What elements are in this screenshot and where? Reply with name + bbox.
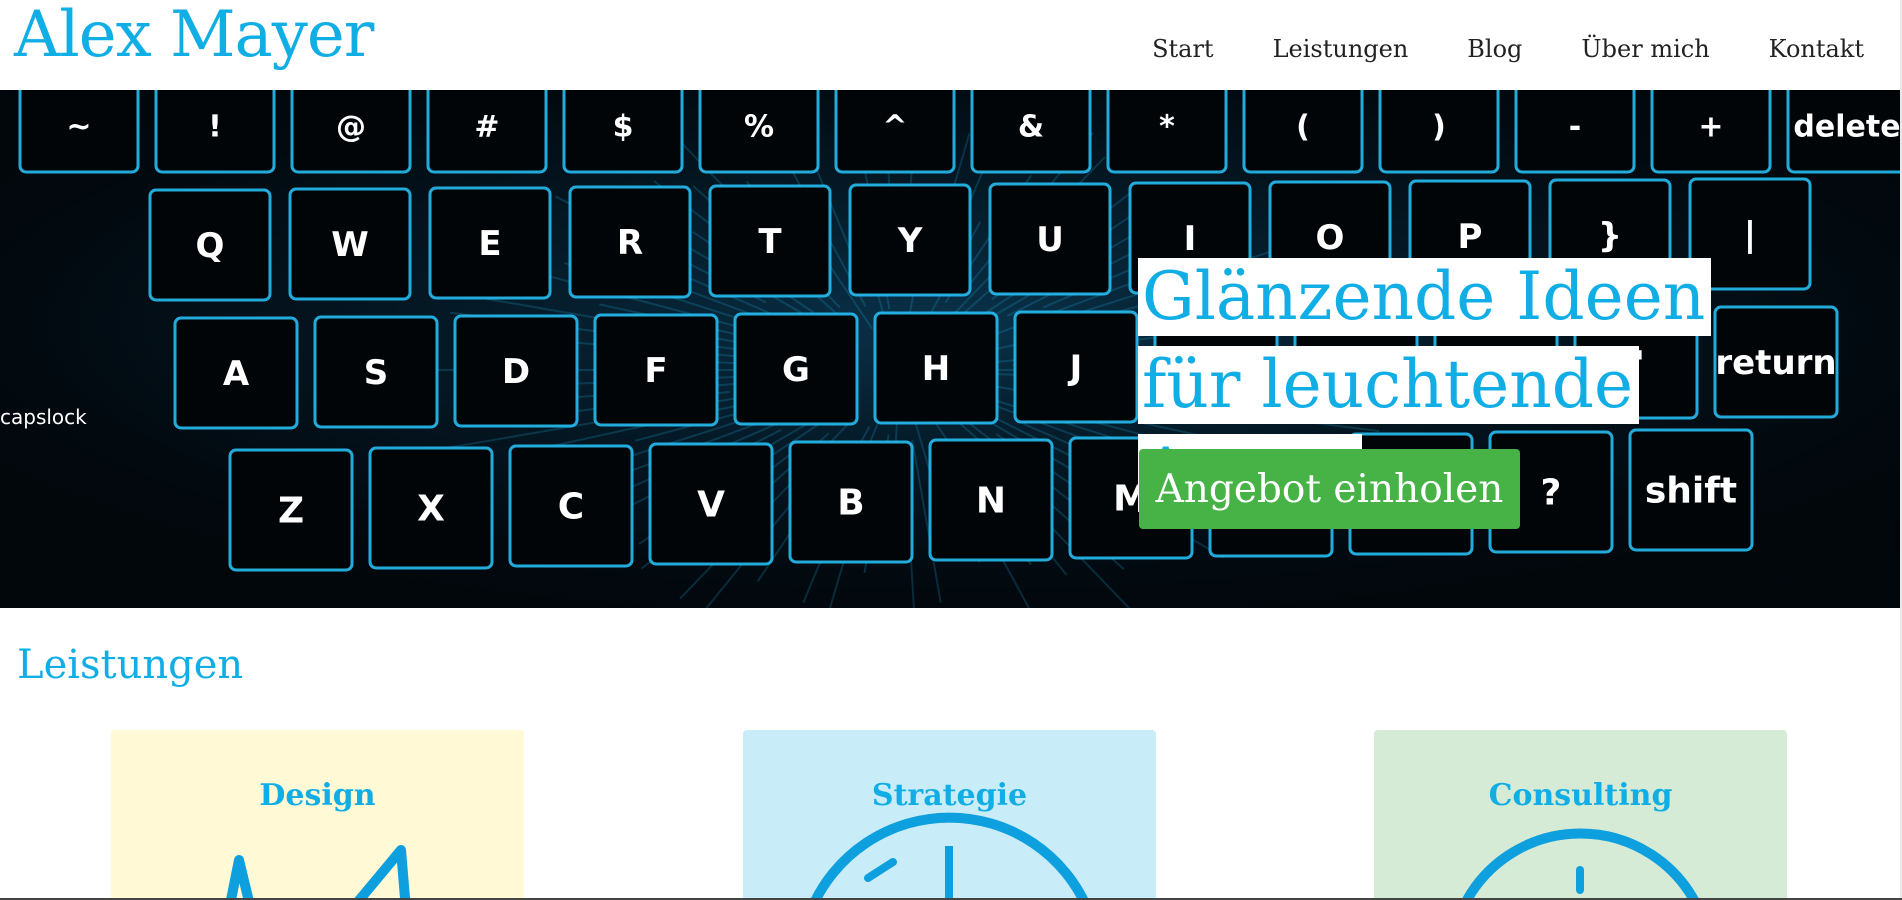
svg-text:~: ~ [66,110,91,145]
card-title-consulting: Consulting [1488,778,1673,813]
keyboard-key: J [1013,310,1139,424]
svg-text:*: * [1159,110,1175,145]
svg-text:S: S [364,353,389,393]
service-card-design[interactable]: Design [111,730,524,900]
keyboard-key: ^ [834,90,956,174]
service-card-consulting[interactable]: Consulting [1374,730,1787,900]
keyboard-key: W [288,187,412,301]
svg-text:C: C [558,487,584,528]
keyboard-key: Z [228,448,354,572]
svg-text:(: ( [1296,110,1310,145]
svg-text:F: F [644,351,667,391]
site-logo[interactable]: Alex Mayer [14,2,374,68]
svg-text:A: A [223,354,250,394]
lightbulb-icon [1461,828,1700,900]
keyboard-key: delete [1786,90,1902,174]
nav-blog[interactable]: Blog [1467,35,1522,63]
keyboard-key: D [453,314,579,428]
svg-text:E: E [478,224,501,264]
svg-text:): ) [1432,110,1446,145]
keyboard-key: ( [1242,90,1364,174]
svg-text:Y: Y [897,221,923,261]
svg-text:N: N [976,481,1006,522]
keyboard-key: V [648,442,774,566]
headline-line-2: für leuchtende [1138,346,1640,424]
keyboard-key: & [970,90,1092,174]
svg-text:X: X [417,489,445,530]
keyboard-key: S [313,315,439,429]
page: Alex Mayer Start Leistungen Blog Über mi… [0,0,1902,900]
main-nav: Start Leistungen Blog Über mich Kontakt [1093,34,1902,64]
keyboard-key: Y [848,183,972,297]
capslock-label: capslock [0,405,87,429]
svg-text:D: D [502,352,530,392]
nav-leistungen[interactable]: Leistungen [1273,35,1409,63]
svg-text:O: O [1316,218,1345,258]
keyboard-key: @ [290,90,412,174]
keyboard-key: H [873,311,999,425]
keyboard-key: G [733,312,859,426]
svg-text:-: - [1569,110,1581,145]
svg-text:|: | [1744,215,1756,255]
keyboard-key: N [928,438,1054,562]
svg-text:Q: Q [196,226,225,266]
svg-text:$: $ [613,110,634,145]
svg-text:J: J [1068,348,1083,388]
keyboard-key: % [698,90,820,174]
svg-text:B: B [837,483,864,524]
keyboard-key: ) [1378,90,1500,174]
svg-text:H: H [922,349,950,389]
keyboard-key: C [508,444,634,568]
keyboard-key: + [1650,90,1772,174]
svg-text:U: U [1036,220,1064,260]
headline-line-1: Glänzende Ideen [1138,258,1712,336]
svg-text:R: R [617,223,643,263]
svg-text:}: } [1598,216,1622,256]
section-title-leistungen: Leistungen [17,642,244,688]
keyboard-key: X [368,446,494,570]
svg-text:@: @ [336,110,366,145]
site-header: Alex Mayer Start Leistungen Blog Über mi… [0,0,1902,90]
keyboard-key: R [568,185,692,299]
svg-text:W: W [331,225,369,265]
svg-text:T: T [758,222,782,262]
keyboard-key: E [428,186,552,300]
keyboard-key: U [988,182,1112,296]
svg-text:!: ! [208,110,222,145]
keyboard-key: # [426,90,548,174]
card-title-design: Design [259,778,376,813]
svg-text:P: P [1458,217,1483,257]
svg-text:delete: delete [1793,110,1900,145]
keyboard-key: ~ [18,90,140,174]
nav-ueber-mich[interactable]: Über mich [1581,35,1709,63]
angebot-button[interactable]: Angebot einholen [1139,449,1520,529]
keyboard-key: * [1106,90,1228,174]
keyboard-key: ! [154,90,276,174]
keyboard-key: B [788,440,914,564]
compass-icon [810,812,1089,900]
pencil-icon [225,845,411,900]
keyboard-key: T [708,184,832,298]
svg-text:^: ^ [882,110,907,145]
nav-kontakt[interactable]: Kontakt [1769,35,1864,63]
svg-text:+: + [1698,110,1723,145]
svg-text:Z: Z [278,491,304,532]
service-card-strategie[interactable]: Strategie [743,730,1156,900]
svg-text:%: % [744,110,774,145]
nav-start[interactable]: Start [1152,35,1214,63]
svg-text:&: & [1018,110,1044,145]
keyboard-key: - [1514,90,1636,174]
keyboard-key: A [173,316,299,430]
hero-banner: ~!@#$%^&*()-+deleteQWERTYUIOP}|ASDFGHJKL… [0,90,1902,608]
card-title-strategie: Strategie [871,778,1028,813]
svg-text:G: G [782,350,810,390]
svg-text:V: V [697,485,725,526]
keyboard-key: Q [148,188,272,302]
keyboard-key: $ [562,90,684,174]
svg-text:I: I [1184,219,1197,259]
svg-text:#: # [474,110,499,145]
keyboard-key: F [593,313,719,427]
